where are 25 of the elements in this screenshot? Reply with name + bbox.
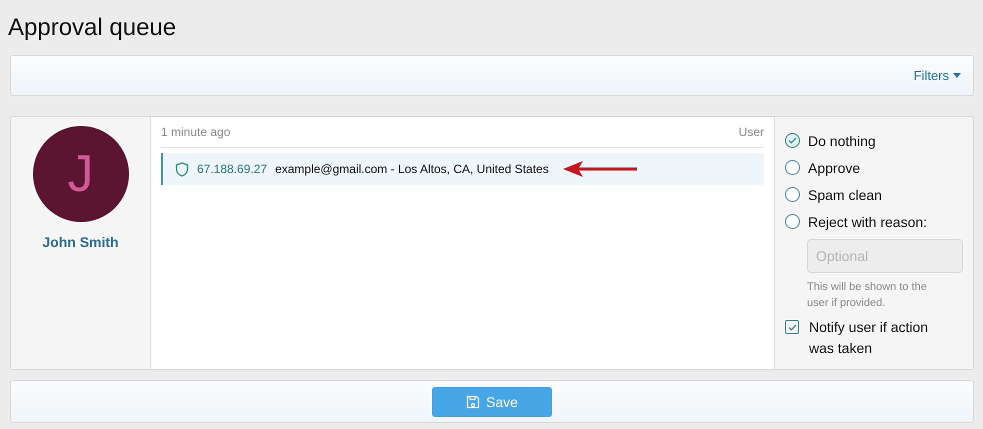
radio-button[interactable] — [785, 133, 800, 148]
ip-detail: example@gmail.com - Los Altos, CA, United States — [275, 162, 549, 176]
ip-address[interactable]: 67.188.69.27 — [197, 162, 268, 176]
check-icon — [788, 137, 797, 144]
reason-hint: This will be shown to the user if provided. — [807, 280, 928, 311]
user-name[interactable]: John Smith — [42, 234, 119, 250]
action-option[interactable]: Reject with reason: — [785, 208, 965, 235]
check-icon — [788, 324, 796, 330]
action-option[interactable]: Do nothing — [785, 127, 965, 154]
entry-type: User — [738, 125, 764, 139]
save-icon — [466, 394, 480, 408]
filters-link[interactable]: Filters — [914, 68, 961, 83]
notify-option[interactable]: Notify user if action was taken — [785, 317, 965, 359]
entry-time: 1 minute ago — [161, 125, 230, 139]
avatar: J — [32, 126, 128, 222]
caret-icon — [953, 73, 961, 78]
shield-icon — [175, 162, 189, 176]
action-option[interactable]: Spam clean — [785, 181, 965, 208]
checkbox[interactable] — [785, 320, 799, 334]
radio-button[interactable] — [785, 214, 800, 229]
radio-button[interactable] — [785, 187, 800, 202]
reason-field[interactable]: Optional — [807, 239, 963, 273]
action-option[interactable]: Approve — [785, 154, 965, 181]
radio-button[interactable] — [785, 160, 800, 175]
page-title: Approval queue — [8, 14, 178, 42]
